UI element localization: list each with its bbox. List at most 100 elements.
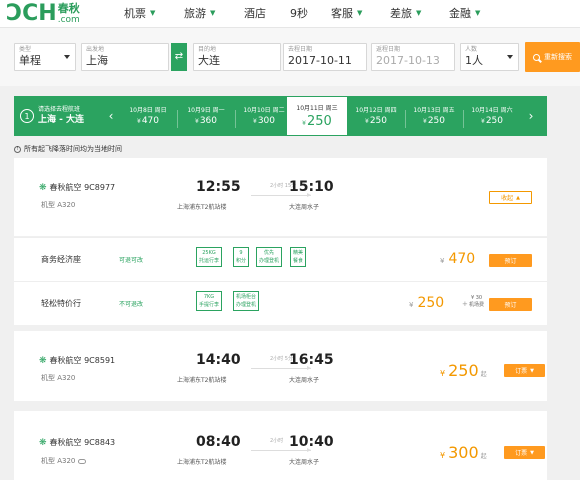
fare-price: ¥250 [409,295,445,311]
caret-down-icon [507,55,513,59]
route-arrow [251,366,311,370]
aircraft-type: 机型 A320 [41,201,76,209]
date-option-selected[interactable]: 10月11日 周三 ¥250 [286,96,348,136]
date-option[interactable]: 10月10日 周二 ¥300 [236,106,292,133]
airline-flight-number: ❋ 春秋航空 9C8843 [39,437,116,448]
search-again-button[interactable]: 重新搜索 [525,42,580,72]
lowest-price: ¥250 起 [440,361,487,380]
nav-finance[interactable]: 金融 ▼ [449,5,480,21]
fare-row: 商务经济座 可退可改 25KG 托运行李 9 积分 优先 办理登机 精美 餐食 ¥470… [14,237,547,281]
flight-duration: 2小时 [270,438,284,444]
fare-tag-baggage: 25KG 托运行李 [196,247,223,267]
nav-customer-service[interactable]: 客服 ▼ [331,5,362,21]
route-arrow [251,448,311,452]
departure-time: 08:40 [196,434,241,450]
arrival-time: 10:40 [289,434,334,450]
depart-date-field[interactable]: 去程日期 2017-10-11 [283,43,367,71]
fare-tag-meal: 精美 餐食 [290,247,307,267]
return-date-field[interactable]: 返程日期 2017-10-13 [371,43,455,71]
nav-travel[interactable]: 旅游 ▼ [184,5,215,21]
search-bar: 类型 单程 出发地 上海 ⇄ 目的地 大连 去程日期 2017-10-11 返程… [0,28,580,86]
departure-airport: 上海浦东T2航站楼 [177,459,227,466]
chevron-down-icon: ▼ [210,9,216,17]
destination-field[interactable]: 目的地 大连 [193,43,281,71]
date-option[interactable]: 10月14日 周六 ¥250 [464,106,520,133]
chevron-down-icon: ▼ [416,9,422,17]
nav-9-seconds[interactable]: 9秒 [290,5,308,21]
timezone-note: ! 所有起飞降落时间均为当地时间 [14,144,122,154]
caret-down-icon: ▼ [530,367,534,374]
chevron-left-icon: ‹ [108,109,114,123]
meal-icon [78,458,87,464]
nav-business-travel[interactable]: 差旅 ▼ [390,5,421,21]
fare-tag-checkin: 机场柜台 办理登机 [233,291,260,311]
arrival-airport: 大连周水子 [289,377,320,384]
aircraft-type: 机型 A320 [41,374,76,382]
logo-mark: ƆCH [6,1,57,26]
swap-icon: ⇄ [174,51,184,62]
aircraft-type: 机型 A320 [41,456,87,466]
logo-brand-text: 春秋 [57,2,80,15]
date-option[interactable]: 10月13日 周五 ¥250 [406,106,462,133]
chevron-down-icon: ▼ [475,9,481,17]
nav-hotel[interactable]: 酒店 [244,5,266,21]
prev-week-button[interactable]: ‹ [104,96,118,136]
book-button[interactable]: 预订 [489,254,532,267]
airport-fee: ¥ 30 机场费 [469,295,485,308]
search-icon [533,53,540,61]
fare-row: 轻松特价行 不可退改 7KG 手提行李 机场柜台 办理登机 ¥250 + ¥ 30 机… [14,281,547,325]
flight-card: ❋ 春秋航空 9C8591 机型 A320 14:40 2小时 5分 16:45 … [14,331,547,401]
route-summary: 1 请选择去程航班 上海 - 大连 [14,96,102,136]
caret-down-icon [64,55,70,59]
swap-cities-button[interactable]: ⇄ [171,43,187,71]
book-ticket-button[interactable]: 订票 ▼ [504,446,545,459]
departure-time: 12:55 [196,179,241,195]
date-option[interactable]: 10月12日 周四 ¥250 [348,106,404,133]
logo[interactable]: ƆCH 春秋 .com [6,2,80,26]
departure-airport: 上海浦东T2航站楼 [177,377,227,384]
arrival-airport: 大连周水子 [289,459,320,466]
collapse-button[interactable]: 收起 ▲ [489,191,532,204]
book-button[interactable]: 预订 [489,298,532,311]
info-icon: ! [14,145,21,153]
chevron-down-icon: ▼ [357,9,363,17]
caret-down-icon: ▼ [530,449,534,456]
date-option[interactable]: 10月9日 周一 ¥360 [178,106,234,133]
fare-class: 商务经济座 [41,255,81,264]
fare-price: ¥470 [440,251,476,267]
departure-time: 14:40 [196,352,241,368]
chevron-right-icon: › [528,109,534,123]
flight-card: ❋ 春秋航空 9C8843 机型 A320 08:40 2小时 10:40 上海浦… [14,411,547,480]
route-arrow [251,193,311,197]
passenger-count-select[interactable]: 人数 1人 [460,43,519,71]
next-week-button[interactable]: › [524,96,538,136]
airline-logo-icon: ❋ [39,355,47,366]
route-name: 上海 - 大连 [38,115,85,125]
chevron-down-icon: ▼ [150,9,156,17]
refund-policy-link[interactable]: 可退可改 [119,255,143,264]
origin-field[interactable]: 出发地 上海 [81,43,169,71]
airline-logo-icon: ❋ [39,437,47,448]
fare-tag-priority: 优先 办理登机 [256,247,283,267]
arrival-airport: 大连周水子 [289,204,320,211]
flight-card: ❋ 春秋航空 9C8977 机型 A320 12:55 2小时 15分 15:10… [14,158,547,236]
airline-flight-number: ❋ 春秋航空 9C8591 [39,355,116,366]
arrival-time: 15:10 [289,179,334,195]
nav-flights[interactable]: 机票 ▼ [124,5,155,21]
airline-logo-icon: ❋ [39,182,47,193]
fare-class: 轻松特价行 [41,299,81,308]
departure-airport: 上海浦东T2航站楼 [177,204,227,211]
fare-tag-baggage: 7KG 手提行李 [196,291,223,311]
step-badge: 1 [20,109,34,123]
trip-type-select[interactable]: 类型 单程 [14,43,76,71]
refund-policy-link[interactable]: 不可退改 [119,299,143,308]
book-ticket-button[interactable]: 订票 ▼ [504,364,545,377]
top-nav: ƆCH 春秋 .com 机票 ▼ 旅游 ▼ 酒店 9秒 客服 ▼ 差旅 ▼ 金融 ▼ [0,0,580,28]
airline-flight-number: ❋ 春秋航空 9C8977 [39,182,116,193]
date-option[interactable]: 10月8日 周日 ¥470 [120,106,176,133]
caret-up-icon: ▲ [516,194,520,201]
lowest-price: ¥300 起 [440,443,487,462]
date-price-strip: 1 请选择去程航班 上海 - 大连 ‹ 10月8日 周日 ¥470 10月9日 … [14,96,547,136]
logo-domain: .com [57,15,80,25]
fare-tag-points: 9 积分 [233,247,250,267]
